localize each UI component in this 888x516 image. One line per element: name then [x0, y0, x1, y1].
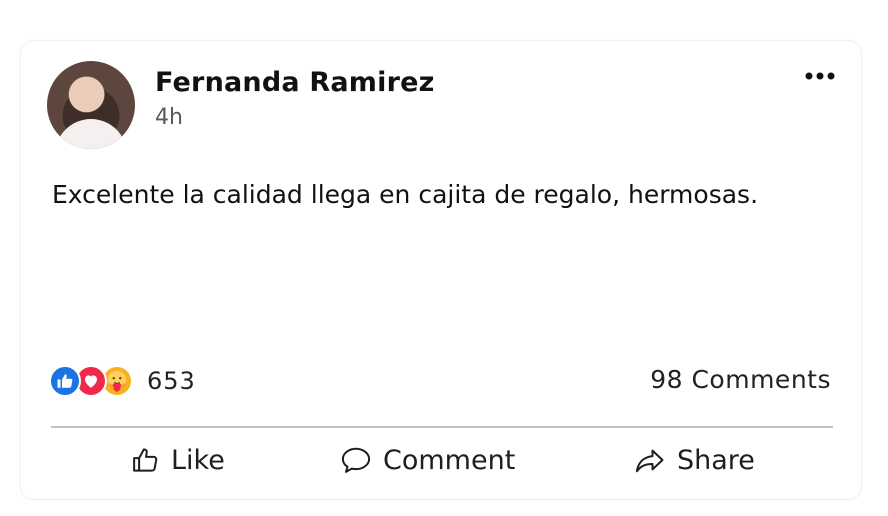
reactions-summary[interactable]: 653: [49, 363, 196, 399]
actions-divider: [51, 426, 833, 428]
share-arrow-icon: [635, 449, 664, 473]
post-card: Fernanda Ramirez 4h Excelente la calidad…: [20, 40, 862, 500]
post-text: Excelente la calidad llega en cajita de …: [52, 180, 759, 209]
comments-count-link[interactable]: 98 Comments: [650, 365, 831, 394]
like-button[interactable]: Like: [131, 436, 225, 484]
like-label: Like: [171, 444, 225, 476]
like-reaction-icon: [49, 365, 81, 397]
reaction-count: 653: [147, 367, 196, 395]
author-name[interactable]: Fernanda Ramirez: [155, 67, 435, 98]
post-actions-bar: Like Comment Share: [21, 436, 863, 484]
more-options-button[interactable]: [803, 63, 837, 89]
post-timestamp[interactable]: 4h: [155, 105, 183, 130]
comment-label: Comment: [383, 444, 516, 476]
share-label: Share: [677, 444, 755, 476]
comment-button[interactable]: Comment: [339, 436, 515, 484]
avatar-shirt: [55, 119, 127, 149]
comment-bubble-icon: [341, 447, 371, 473]
share-button[interactable]: Share: [633, 436, 755, 484]
thumbs-up-icon: [133, 448, 158, 472]
avatar[interactable]: [47, 61, 135, 149]
more-horizontal-icon: [805, 72, 835, 80]
